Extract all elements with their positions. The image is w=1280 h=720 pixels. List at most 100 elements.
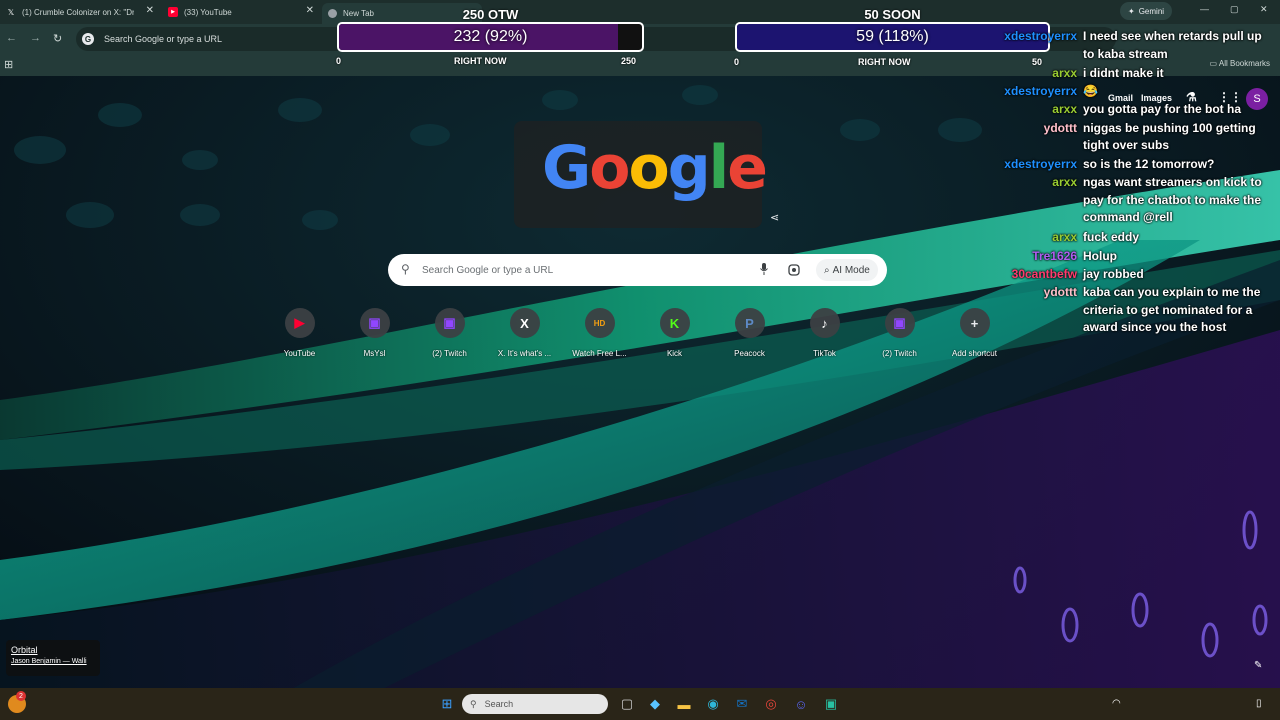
task-view-icon[interactable]: ▢ — [618, 695, 636, 713]
forward-arrow-icon[interactable]: → — [30, 32, 41, 44]
search-box[interactable]: ⚲ ⌕ AI Mode — [388, 254, 887, 286]
chat-username: xdestroyerrx — [1004, 83, 1077, 98]
chat-message: xdestroyerrx I need see when retards pull… — [990, 28, 1273, 63]
chat-text: i didnt make it — [1083, 65, 1164, 80]
shortcut-tile[interactable]: ▣ MsYsl — [337, 308, 412, 358]
widgets-weather-icon[interactable]: 2 — [8, 691, 26, 713]
search-icon: ⚲ — [470, 698, 477, 709]
chat-message: arxx you gotta pay for the bot ha — [990, 101, 1273, 119]
copilot-icon[interactable]: ◆ — [646, 695, 664, 713]
microphone-icon[interactable] — [760, 263, 768, 275]
google-doodle[interactable]: Google — [514, 121, 768, 228]
shortcut-tile[interactable]: ▣ (2) Twitch — [862, 308, 937, 358]
shortcut-tile[interactable]: HD Watch Free L... — [562, 308, 637, 358]
taskbar-search[interactable]: ⚲ Search — [462, 694, 608, 714]
discord-icon[interactable]: ☺ — [792, 695, 810, 713]
shortcut-tile[interactable]: ▶ YouTube — [262, 308, 337, 358]
shortcut-label: MsYsl — [363, 349, 386, 358]
chat-message: arxx fuck eddy — [990, 229, 1273, 247]
goal-progress-bar: 232 (92%) — [337, 22, 644, 52]
shortcut-tile[interactable]: P Peacock — [712, 308, 787, 358]
goal-sublabel: RIGHT NOW — [858, 57, 911, 67]
chat-message: Tre1626 Holup — [990, 248, 1273, 266]
shortcut-label: TikTok — [813, 349, 836, 358]
chat-text: fuck eddy — [1083, 230, 1140, 245]
shortcut-tile[interactable]: ▣ (2) Twitch — [412, 308, 487, 358]
ai-mode-button[interactable]: ⌕ AI Mode — [816, 259, 878, 281]
shortcut-tile[interactable]: K Kick — [637, 308, 712, 358]
twitch-icon: ▣ — [434, 308, 465, 338]
maximize-icon[interactable]: ▢ — [1230, 4, 1239, 15]
doodle-logo: Google — [542, 133, 768, 203]
shortcut-label: Kick — [666, 349, 683, 358]
chat-text: so is the 12 tomorrow? — [1083, 157, 1215, 172]
kick-icon: K — [659, 308, 690, 338]
shortcut-label: (2) Twitch — [432, 349, 467, 358]
close-tab-icon[interactable]: ✕ — [146, 5, 154, 16]
back-arrow-icon[interactable]: ← — [6, 32, 17, 44]
chat-text: 😂 — [1083, 83, 1098, 98]
customize-pencil-icon[interactable]: ✎ — [1254, 660, 1262, 671]
tab-title: (33) YouTube — [184, 7, 232, 17]
tab-crumble-colonizer[interactable]: 𝕏 (1) Crumble Colonizer on X: "Dr ✕ — [0, 3, 160, 21]
minimize-icon[interactable]: — — [1200, 4, 1209, 14]
windows-start-icon[interactable]: ⊞ — [438, 695, 456, 713]
chat-message: xdestroyerrx so is the 12 tomorrow? — [990, 156, 1273, 174]
taskbar-search-placeholder: Search — [484, 699, 514, 709]
chat-text: kaba can you explain to me the criteria … — [1083, 285, 1261, 335]
goal-min: 0 — [734, 57, 740, 67]
youtube-icon: ▶ — [168, 7, 178, 17]
chat-message: xdestroyerrx 😂 — [990, 83, 1273, 101]
peacock-icon: P — [734, 308, 765, 338]
twitch-icon: ▣ — [884, 308, 915, 338]
share-icon[interactable]: ⋖ — [770, 211, 779, 224]
twitch-icon: ▣ — [359, 308, 390, 338]
gemini-button[interactable]: ✦ Gemini — [1120, 2, 1173, 20]
tab-youtube[interactable]: ▶ (33) YouTube ✕ — [162, 3, 320, 21]
chat-text: ngas want streamers on kick to pay for t… — [1083, 175, 1262, 225]
notifications-icon[interactable]: ▯ — [1256, 698, 1262, 709]
outlook-icon[interactable]: ✉ — [733, 695, 751, 713]
shortcut-tile[interactable]: ♪ TikTok — [787, 308, 862, 358]
chat-username: arxx — [1052, 102, 1077, 117]
chat-username: xdestroyerrx — [1004, 157, 1077, 172]
chat-username: arxx — [1052, 230, 1077, 245]
chat-username: Tre1626 — [1032, 248, 1077, 263]
gemini-sparkle-icon: ✦ — [1128, 6, 1135, 16]
chat-message: arxx i didnt make it — [990, 65, 1273, 83]
gemini-label: Gemini — [1138, 6, 1165, 16]
track-title[interactable]: Orbital — [11, 645, 95, 655]
file-explorer-icon[interactable]: ▬ — [675, 695, 693, 713]
search-icon: ⚲ — [401, 262, 410, 276]
app-icon[interactable]: ▣ — [822, 695, 840, 713]
close-window-icon[interactable]: ✕ — [1260, 4, 1268, 15]
omnibox-placeholder: Search Google or type a URL — [104, 34, 223, 44]
network-icon[interactable]: ◠ — [1112, 698, 1121, 709]
chat-username: arxx — [1052, 175, 1077, 190]
goal-min: 0 — [336, 56, 342, 66]
ai-mode-icon: ⌕ — [824, 264, 830, 276]
chat-text: I need see when retards pull up to kaba … — [1083, 29, 1262, 61]
goal-value: 232 (92%) — [453, 28, 528, 45]
close-tab-icon[interactable]: ✕ — [306, 5, 314, 16]
chrome-icon — [328, 9, 337, 18]
chat-username: 30cantbefw — [1011, 266, 1077, 281]
edge-icon[interactable]: ◉ — [704, 695, 722, 713]
shortcut-tile[interactable]: X X. It's what's ... — [487, 308, 562, 358]
track-artist[interactable]: Jason Benjamin — Walli — [11, 658, 95, 665]
x-logo-icon: X — [509, 308, 540, 338]
google-g-icon: G — [82, 33, 94, 45]
goal-max: 250 — [621, 56, 637, 66]
reload-icon[interactable]: ↻ — [53, 32, 62, 45]
google-lens-icon[interactable] — [788, 264, 800, 276]
tab-title: (1) Crumble Colonizer on X: "Dr — [22, 7, 134, 17]
apps-grid-icon[interactable]: ⊞ — [4, 58, 13, 71]
chat-message: ydottt kaba can you explain to me the cri… — [990, 284, 1273, 337]
plus-icon: + — [959, 308, 990, 338]
chrome-icon[interactable]: ◎ — [762, 695, 780, 713]
shortcut-label: Add shortcut — [952, 349, 997, 358]
notification-badge: 2 — [16, 691, 26, 701]
shortcut-label: (2) Twitch — [882, 349, 917, 358]
chat-message: arxx ngas want streamers on kick to pay f… — [990, 174, 1273, 227]
search-input[interactable] — [422, 260, 742, 280]
